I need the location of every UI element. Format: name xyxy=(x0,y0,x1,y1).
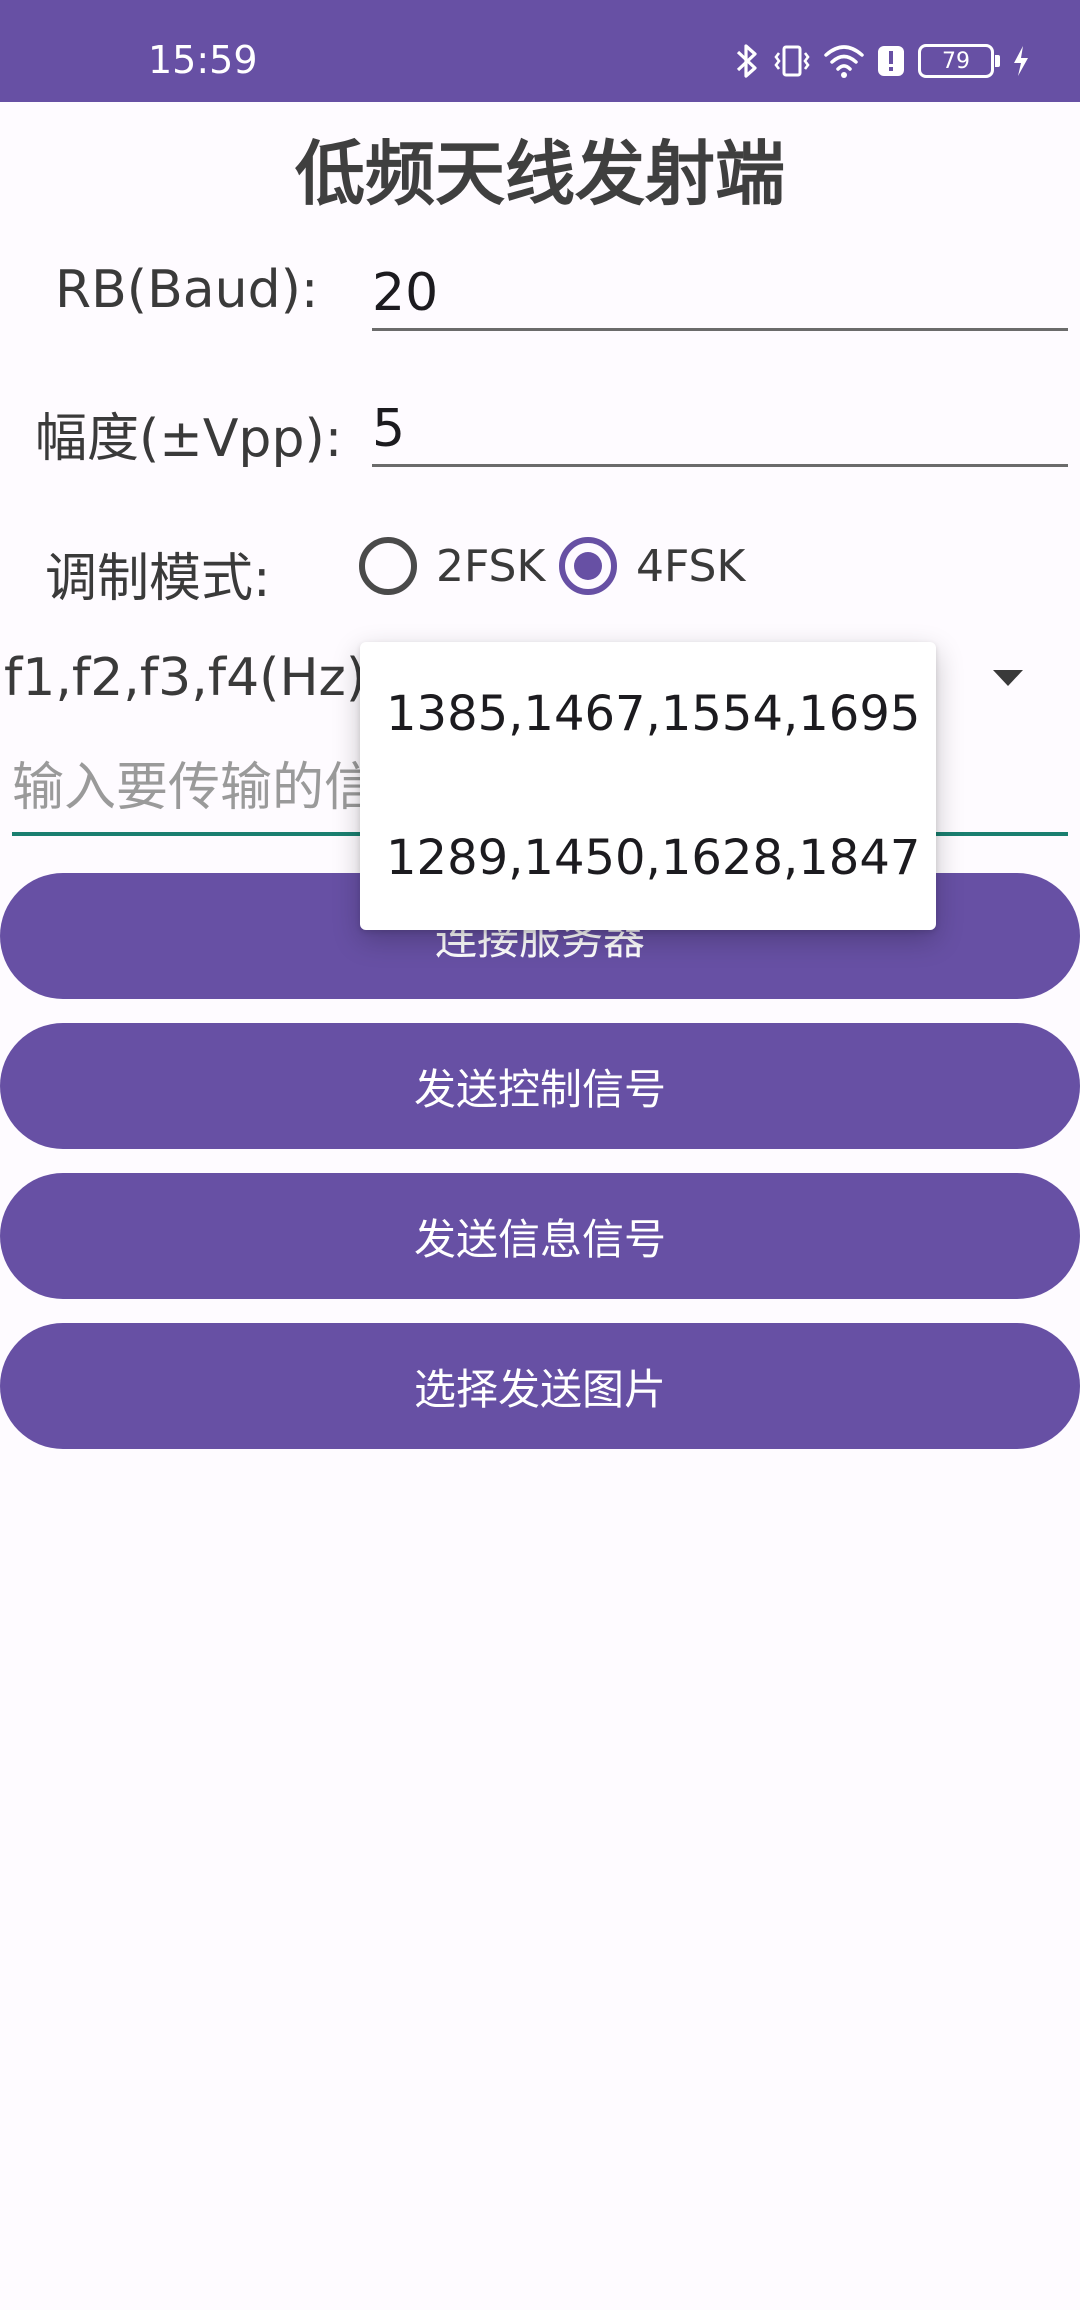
modulation-label: 调制模式: xyxy=(45,549,271,609)
status-icons: 79 xyxy=(734,36,1030,86)
charging-icon xyxy=(1012,44,1030,78)
status-bar: 15:59 79 xyxy=(0,0,1080,102)
radio-4fsk[interactable] xyxy=(559,537,617,595)
dropdown-arrow-icon[interactable] xyxy=(993,670,1023,686)
battery-level: 79 xyxy=(942,48,970,74)
alert-icon xyxy=(876,43,906,79)
radio-2fsk[interactable] xyxy=(359,537,417,595)
freq-option[interactable]: 1385,1467,1554,1695 xyxy=(360,642,936,786)
vibrate-icon xyxy=(772,41,812,81)
radio-2fsk-label[interactable]: 2FSK xyxy=(436,541,545,592)
freq-label: f1,f2,f3,f4(Hz): xyxy=(4,648,384,708)
rb-input[interactable]: 20 xyxy=(372,258,1068,331)
wifi-icon xyxy=(824,43,864,79)
rb-input-value: 20 xyxy=(372,263,439,323)
amplitude-input-value: 5 xyxy=(372,399,406,459)
amplitude-label: 幅度(±Vpp): xyxy=(35,409,343,469)
battery-icon: 79 xyxy=(918,44,1000,78)
select-image-button[interactable]: 选择发送图片 xyxy=(0,1323,1080,1449)
send-control-signal-button[interactable]: 发送控制信号 xyxy=(0,1023,1080,1149)
rb-label: RB(Baud): xyxy=(55,260,319,320)
bluetooth-icon xyxy=(734,41,760,81)
freq-option[interactable]: 1289,1450,1628,1847 xyxy=(360,786,936,930)
status-time: 15:59 xyxy=(148,38,258,82)
freq-dropdown-menu: 1385,1467,1554,1695 1289,1450,1628,1847 xyxy=(360,642,936,930)
page-title: 低频天线发射端 xyxy=(295,133,785,215)
amplitude-input[interactable]: 5 xyxy=(372,394,1068,467)
send-info-signal-button[interactable]: 发送信息信号 xyxy=(0,1173,1080,1299)
radio-4fsk-label[interactable]: 4FSK xyxy=(636,541,745,592)
